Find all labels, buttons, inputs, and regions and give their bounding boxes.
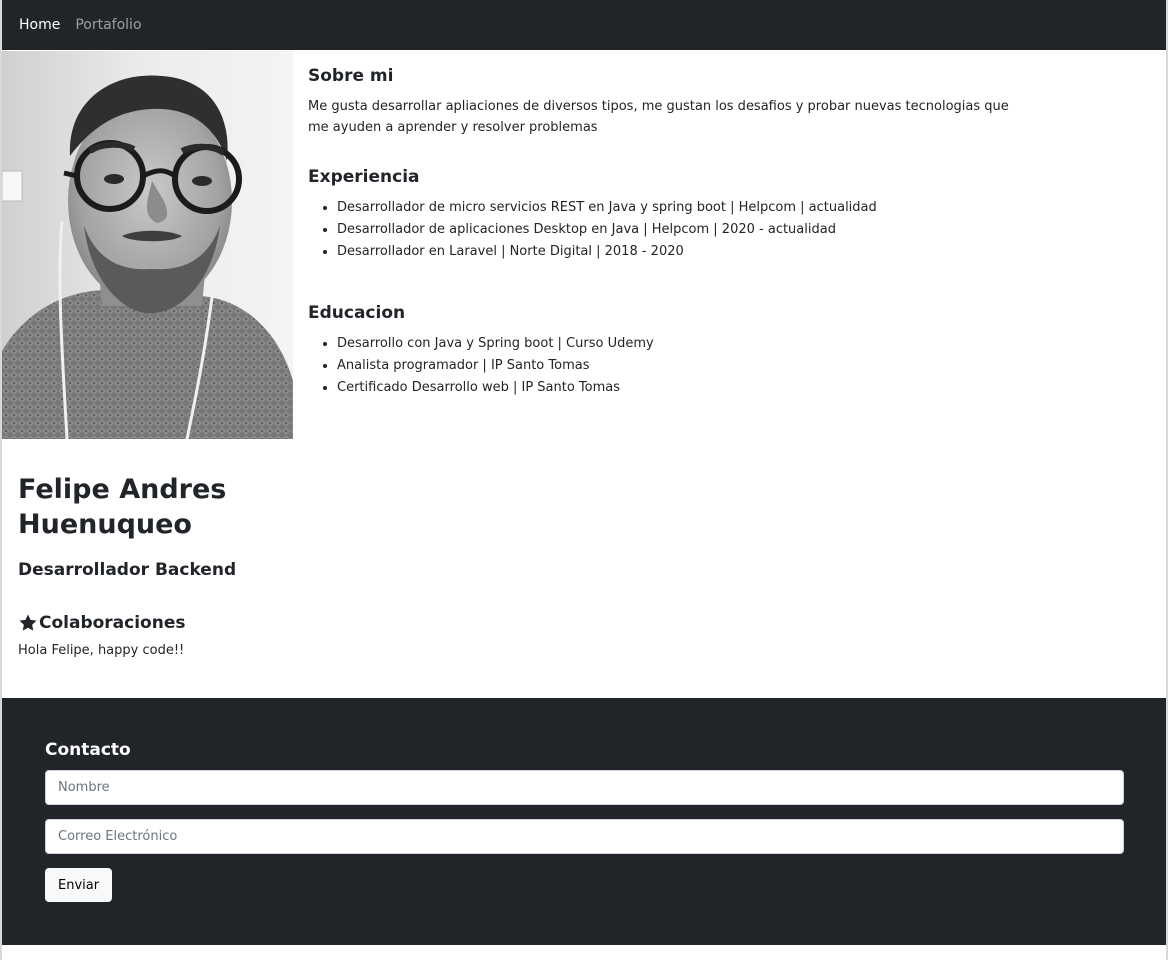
about-text: Me gusta desarrollar apliaciones de dive… — [308, 99, 1009, 135]
list-item: Desarrollador de aplicaciones Desktop en… — [337, 219, 1028, 241]
profile-role: Desarrollador Backend — [18, 560, 237, 580]
star-icon — [18, 613, 38, 633]
list-item: Desarrollo con Java y Spring boot | Curs… — [337, 333, 1028, 355]
list-item: Desarrollador en Laravel | Norte Digital… — [337, 241, 1028, 263]
nav-link-home[interactable]: Home — [19, 17, 60, 33]
education-list: Desarrollo con Java y Spring boot | Curs… — [308, 333, 1028, 399]
profile-name-line2: Huenuqueo — [18, 509, 192, 540]
profile-name: Felipe Andres Huenuqueo — [18, 472, 318, 542]
name-input[interactable] — [45, 770, 1124, 805]
about-title: Sobre mi — [308, 66, 394, 86]
contact-footer: Contacto Enviar — [2, 698, 1166, 945]
collaborations-title: Colaboraciones — [39, 613, 186, 633]
nav-link-portafolio[interactable]: Portafolio — [75, 17, 141, 33]
profile-name-line1: Felipe Andres — [18, 474, 227, 505]
profile-card: Felipe Andres Huenuqueo Desarrollador Ba… — [18, 472, 318, 661]
experience-list: Desarrollador de micro servicios REST en… — [308, 197, 1028, 263]
education-title: Educacion — [308, 303, 406, 323]
top-navbar: Home Portafolio — [2, 0, 1166, 50]
education-section: Educacion Desarrollo con Java y Spring b… — [308, 299, 1028, 399]
collaborations-text: Hola Felipe, happy code!! — [18, 643, 185, 658]
email-input[interactable] — [45, 819, 1124, 854]
experience-section: Experiencia Desarrollador de micro servi… — [308, 163, 1028, 263]
about-section: Sobre mi Me gusta desarrollar apliacione… — [308, 62, 1028, 138]
page: Home Portafolio Sobre mi Me gusta desarr… — [0, 0, 1168, 960]
contact-title: Contacto — [45, 740, 131, 760]
send-button[interactable]: Enviar — [45, 868, 113, 902]
list-item: Desarrollador de micro servicios REST en… — [337, 197, 1028, 219]
list-item: Certificado Desarrollo web | IP Santo To… — [337, 377, 1028, 399]
profile-photo — [2, 51, 293, 439]
list-item: Analista programador | IP Santo Tomas — [337, 355, 1028, 377]
collaborations-heading: Colaboraciones — [18, 611, 318, 635]
experience-title: Experiencia — [308, 167, 420, 187]
